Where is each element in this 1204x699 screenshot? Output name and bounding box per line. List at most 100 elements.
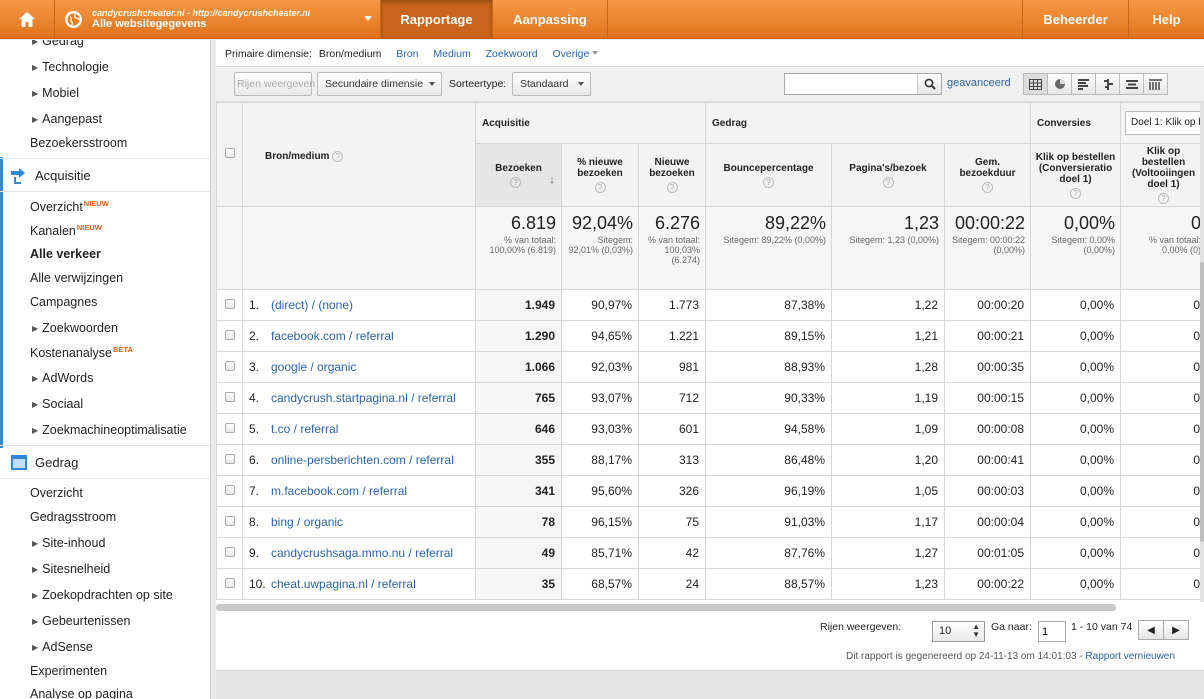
col-nieuwe-bezoeken[interactable]: Nieuwe bezoeken? [638,143,706,207]
tab-rapportage[interactable]: Rapportage [381,0,493,38]
source-medium-link[interactable]: t.co / referral [271,422,338,436]
col-source-medium[interactable]: Bron/medium ? [242,102,476,207]
help-icon[interactable]: ? [1070,187,1082,199]
help-icon[interactable]: ? [594,182,606,193]
sort-type-dropdown[interactable]: Standaard [512,72,591,96]
pivot-view-icon[interactable] [1143,73,1168,95]
site-selector[interactable]: candycrushcheater.nl - http://candycrush… [55,0,381,38]
tab-help[interactable]: Help [1129,0,1204,38]
help-icon[interactable]: ? [332,150,344,162]
sidebar-item-overzicht[interactable]: OverzichtNIEUW [0,199,210,214]
sidebar-item-campagnes[interactable]: Campagnes [0,295,210,309]
dimension-overige-dropdown[interactable]: Overige [553,48,599,60]
help-icon[interactable]: ? [763,176,774,188]
tab-aanpassing[interactable]: Aanpassing [493,0,608,38]
sidebar-item-alle-verkeer[interactable]: Alle verkeer [0,247,210,261]
row-checkbox[interactable] [224,361,235,371]
select-all-checkbox[interactable] [224,148,235,158]
source-medium-link[interactable]: google / organic [271,360,356,374]
source-medium-link[interactable]: bing / organic [271,515,343,529]
sidebar-item-gedragsstroom[interactable]: Gedragsstroom [0,510,210,524]
sidebar-item-zoekwoorden[interactable]: ▶ Zoekwoorden [0,321,210,335]
sidebar-item-site-inhoud[interactable]: ▶ Site-inhoud [0,536,210,550]
col-gem-bezoekduur[interactable]: Gem. bezoekduur? [943,143,1032,207]
sidebar-item-technologie[interactable]: ▶ Technologie [0,60,210,74]
help-icon[interactable]: ? [982,182,993,193]
row-checkbox[interactable] [224,299,235,309]
source-medium-link[interactable]: cheat.uwpagina.nl / referral [271,577,416,591]
comparison-view-icon[interactable] [1095,73,1120,95]
col-conversieratio[interactable]: Klik op bestellen (Conversieratio doel 1… [1030,143,1122,207]
source-medium-link[interactable]: m.facebook.com / referral [271,484,407,498]
prev-page-button[interactable]: ◀ [1138,620,1164,640]
row-checkbox[interactable] [224,578,235,588]
help-icon[interactable]: ? [666,182,678,193]
scroll-thumb[interactable] [1200,262,1204,542]
search-button[interactable] [917,74,941,94]
col-voltooiingen[interactable]: Klik op bestellen (Voltooiingen doel 1)? [1120,143,1204,207]
row-checkbox[interactable] [224,392,235,402]
help-icon[interactable]: ? [882,176,894,188]
source-medium-link[interactable]: (direct) / (none) [271,298,353,312]
sidebar-item-zoekopdrachten[interactable]: ▶ Zoekopdrachten op site [0,588,210,602]
secondary-dimension-dropdown[interactable]: Secundaire dimensie [317,72,442,96]
row-checkbox[interactable] [224,423,235,433]
sidebar-item-gedrag-audience[interactable]: ▶ Gedrag [0,40,210,48]
next-page-button[interactable]: ▶ [1163,620,1189,640]
advanced-filter-link[interactable]: geavanceerd [947,77,1011,89]
pie-view-icon[interactable] [1047,73,1072,95]
sidebar-item-gedrag-overzicht[interactable]: Overzicht [0,486,210,500]
dimension-zoekwoord-link[interactable]: Zoekwoord [486,48,538,60]
plot-rows-button[interactable]: Rijen weergeven [234,72,315,96]
sidebar-item-alle-verwijzingen[interactable]: Alle verwijzingen [0,271,210,285]
sidebar-item-mobiel[interactable]: ▶ Mobiel [0,86,210,100]
goto-page-input[interactable] [1038,621,1066,642]
sidebar-section-acquisitie[interactable]: Acquisitie [0,158,210,192]
help-icon[interactable]: ? [510,176,522,188]
sidebar-item-kostenanalyse[interactable]: KostenanalyseBÈTA [0,345,210,360]
col-pct-nieuwe-bezoeken[interactable]: % nieuwe bezoeken? [561,143,639,207]
horizontal-scrollbar[interactable] [216,604,1116,611]
sidebar-item-kanalen[interactable]: KanalenNIEUW [0,223,210,238]
row-checkbox[interactable] [224,485,235,495]
goal-dropdown[interactable]: Doel 1: Klik op beste [1125,111,1204,135]
sidebar-item-aangepast[interactable]: ▶ Aangepast [0,112,210,126]
refresh-report-link[interactable]: Rapport vernieuwen [1085,651,1175,662]
col-paginas-per-bezoek[interactable]: Pagina's/bezoek? [831,143,945,207]
sidebar-item-adsense[interactable]: ▶ AdSense [0,640,210,654]
source-medium-link[interactable]: candycrushsaga.mmo.nu / referral [271,546,453,560]
col-bezoeken[interactable]: Bezoeken? ↓ [475,143,562,207]
dimension-bron-link[interactable]: Bron [396,48,418,60]
term-cloud-view-icon[interactable] [1119,73,1144,95]
source-medium-link[interactable]: candycrush.startpagina.nl / referral [271,391,456,405]
performance-view-icon[interactable] [1071,73,1096,95]
row-checkbox[interactable] [224,516,235,526]
tab-beheerder[interactable]: Beheerder [1023,0,1129,38]
source-medium-link[interactable]: online-persberichten.com / referral [271,453,454,467]
row-checkbox[interactable] [224,454,235,464]
row-checkbox[interactable] [224,547,235,557]
home-button[interactable] [0,0,55,38]
sidebar-item-adwords[interactable]: ▶ AdWords [0,371,210,385]
table-view-icon[interactable] [1023,73,1048,95]
sidebar-item-zoekmachineoptimalisatie[interactable]: ▶ Zoekmachineoptimalisatie [0,423,210,437]
sidebar-item-sociaal[interactable]: ▶ Sociaal [0,397,210,411]
metric-cell: 49 [475,537,562,569]
sidebar-item-bezoekersstroom[interactable]: Bezoekersstroom [0,136,210,150]
table-row: 10. cheat.uwpagina.nl / referral 35 68,57% 2… [216,568,1204,600]
vertical-scrollbar[interactable] [1200,102,1204,602]
search-input[interactable] [788,75,918,93]
rows-per-page-select[interactable]: 10 ▲ ▼ [932,621,985,642]
sidebar-item-gebeurtenissen[interactable]: ▶ Gebeurtenissen [0,614,210,628]
row-checkbox[interactable] [224,330,235,340]
table-row: 9. candycrushsaga.mmo.nu / referral 49 85,7… [216,537,1204,569]
source-medium-link[interactable]: facebook.com / referral [271,329,394,343]
sidebar-section-gedrag[interactable]: Gedrag [0,445,210,479]
sidebar-item-experimenten[interactable]: Experimenten [0,664,210,678]
help-icon[interactable]: ? [1158,193,1170,204]
col-bouncepercentage[interactable]: Bouncepercentage? [705,143,832,207]
sidebar-item-sitesnelheid[interactable]: ▶ Sitesnelheid [0,562,210,576]
new-badge: NIEUW [76,223,102,232]
dimension-medium-link[interactable]: Medium [433,48,470,60]
sidebar-item-analyse-op-pagina[interactable]: Analyse op pagina [0,687,210,699]
